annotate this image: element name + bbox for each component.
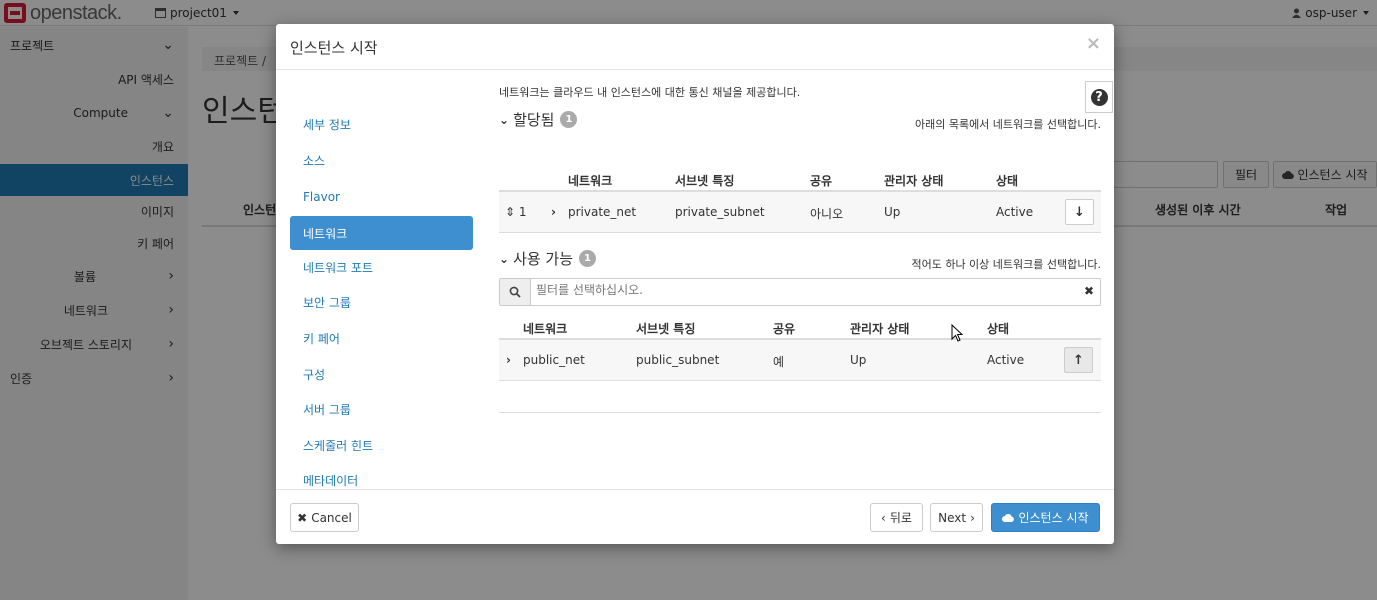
pane-divider [499,412,1101,413]
subnet-name: public_subnet [636,353,720,367]
chevron-right-icon: › [970,510,975,525]
step-details[interactable]: 세부 정보 [290,108,473,141]
available-filter: ✖ [499,278,1101,306]
cancel-button[interactable]: ✖ Cancel [290,503,359,532]
modal-header: 인스턴스 시작 × [276,24,1114,70]
step-flavor[interactable]: Flavor [290,180,473,213]
launch-instance-modal: 인스턴스 시작 × 세부 정보 소스 Flavor 네트워크 네트워크 포트 보… [276,24,1114,544]
row-order: 1 [518,205,527,219]
chevron-left-icon: ‹ [881,510,886,525]
column-header-admin-state: 관리자 상태 [884,174,944,188]
status-value: Active [987,353,1025,367]
allocated-title: 할당됨 [513,111,555,129]
network-name: private_net [568,205,637,219]
subnet-name: private_subnet [675,205,765,219]
clear-icon[interactable]: ✖ [1084,284,1094,298]
chevron-right-icon[interactable]: › [551,205,556,219]
reorder-handle[interactable]: ⇕ 1 [505,205,527,219]
cloud-upload-icon [1002,514,1015,522]
next-button[interactable]: Next › [930,503,983,532]
step-key-pair[interactable]: 키 페어 [290,322,473,355]
wizard-steps: 세부 정보 소스 Flavor 네트워크 네트워크 포트 보안 그룹 키 페어 … [276,71,486,489]
back-button[interactable]: ‹ 뒤로 [870,503,923,532]
status-value: Active [996,205,1034,219]
column-header-subnets: 서브넷 특징 [675,174,735,188]
search-input[interactable] [536,283,1056,297]
column-header-status: 상태 [996,174,1019,188]
next-label: Next [938,510,967,525]
available-title: 사용 가능 [513,250,574,268]
column-header-shared: 공유 [773,322,796,336]
step-source[interactable]: 소스 [290,144,473,177]
column-header-network: 네트워크 [568,174,613,188]
close-icon: ✖ [297,510,308,525]
column-header-network: 네트워크 [523,322,568,336]
close-icon[interactable]: × [1086,33,1101,54]
launch-label: 인스턴스 시작 [1018,511,1089,525]
cancel-label: Cancel [311,510,352,525]
deallocate-button[interactable]: ↓ [1065,199,1094,225]
column-header-subnets: 서브넷 특징 [636,322,696,336]
mouse-cursor-icon [951,324,963,342]
back-label: 뒤로 [889,511,912,525]
arrow-up-icon: ↑ [1073,352,1084,368]
allocated-count-badge: 1 [560,111,578,128]
column-header-status: 상태 [987,322,1010,336]
allocated-hint: 아래의 목록에서 네트워크를 선택합니다. [914,118,1101,131]
column-header-shared: 공유 [810,174,833,188]
arrow-down-icon: ↓ [1074,204,1085,220]
network-description: 네트워크는 클라우드 내 인스턴스에 대한 통신 채널을 제공합니다. [499,86,801,99]
allocate-button[interactable]: ↑ [1064,347,1093,373]
network-name: public_net [523,353,585,367]
table-row: ⇕ 1 › private_net private_subnet 아니오 Up … [499,192,1101,233]
chevron-right-icon[interactable]: › [506,353,511,367]
step-security-groups[interactable]: 보안 그룹 [290,286,473,319]
table-row: › public_net public_subnet 예 Up Active ↑ [499,340,1101,381]
allocated-table-header: 네트워크 서브넷 특징 공유 관리자 상태 상태 [499,164,1101,192]
network-pane: 네트워크는 클라우드 내 인스턴스에 대한 통신 채널을 제공합니다. ⌄ 할당… [499,71,1101,491]
chevron-down-icon: ⌄ [499,112,510,127]
available-section-toggle[interactable]: ⌄ 사용 가능 1 [499,248,597,269]
admin-state-value: Up [850,353,867,367]
shared-value: 예 [773,355,785,369]
search-icon [500,279,531,305]
step-networks[interactable]: 네트워크 [290,216,473,250]
allocated-section-toggle[interactable]: ⌄ 할당됨 1 [499,109,578,130]
available-hint: 적어도 하나 이상 네트워크를 선택합니다. [911,258,1101,271]
launch-instance-button[interactable]: 인스턴스 시작 [991,503,1100,532]
available-count-badge: 1 [579,250,597,267]
column-header-admin-state: 관리자 상태 [850,322,910,336]
modal-title: 인스턴스 시작 [290,39,378,57]
step-configuration[interactable]: 구성 [290,358,473,391]
step-network-ports[interactable]: 네트워크 포트 [290,251,473,284]
available-table-header: 네트워크 서브넷 특징 공유 관리자 상태 상태 [499,312,1101,340]
admin-state-value: Up [884,205,901,219]
shared-value: 아니오 [810,207,844,221]
modal-footer: ✖ Cancel ‹ 뒤로 Next › 인스턴스 시작 [276,489,1114,544]
step-server-groups[interactable]: 서버 그룹 [290,393,473,426]
chevron-down-icon: ⌄ [499,251,510,266]
step-scheduler-hints[interactable]: 스케줄러 힌트 [290,429,473,462]
